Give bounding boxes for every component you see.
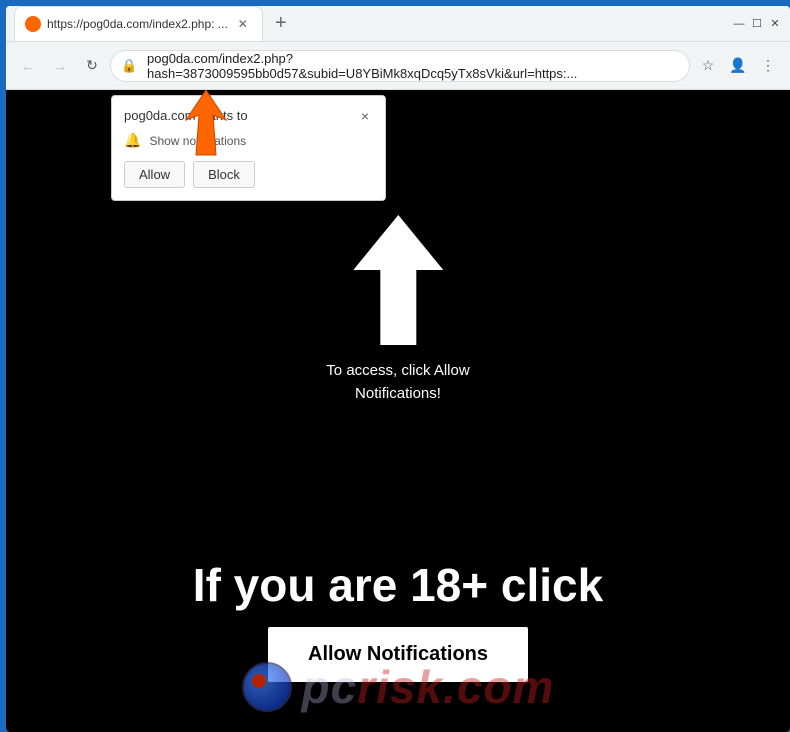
pcrisk-watermark: p c risk.com (6, 642, 790, 732)
url-bar[interactable]: 🔒 pog0da.com/index2.php?hash=3873009595b… (110, 50, 690, 82)
menu-icon[interactable]: ⋮ (754, 52, 782, 80)
notification-popup: pog0da.com wants to × 🔔 Show notificatio… (111, 95, 386, 201)
pcrisk-ball-icon (242, 662, 292, 712)
forward-button[interactable]: → (46, 52, 74, 80)
page-content: pog0da.com wants to × 🔔 Show notificatio… (6, 90, 790, 732)
up-arrow-icon (348, 210, 448, 350)
new-tab-button[interactable]: + (267, 10, 295, 38)
tab-strip: https://pog0da.com/index2.php: ... ✕ + (14, 6, 724, 41)
page-instruction: To access, click AllowNotifications! (326, 360, 469, 405)
lock-icon: 🔒 (121, 58, 137, 74)
tab-close-button[interactable]: ✕ (234, 15, 252, 33)
bookmark-icon[interactable]: ☆ (694, 52, 722, 80)
bell-icon: 🔔 (124, 132, 141, 149)
title-bar: https://pog0da.com/index2.php: ... ✕ + —… (6, 6, 790, 42)
address-bar: ← → ↻ 🔒 pog0da.com/index2.php?hash=38730… (6, 42, 790, 90)
orange-arrow-overlay (166, 90, 246, 170)
url-text: pog0da.com/index2.php?hash=3873009595bb0… (143, 51, 677, 81)
back-button[interactable]: ← (14, 52, 42, 80)
minimize-button[interactable]: — (732, 17, 746, 31)
pcrisk-logo: p c risk.com (242, 660, 555, 714)
window-controls: — ☐ ✕ (732, 17, 782, 31)
tab-title: https://pog0da.com/index2.php: ... (47, 17, 228, 31)
active-tab[interactable]: https://pog0da.com/index2.php: ... ✕ (14, 6, 263, 41)
close-button[interactable]: ✕ (768, 17, 782, 31)
popup-close-button[interactable]: × (357, 108, 373, 124)
popup-row: 🔔 Show notifications (124, 132, 373, 149)
maximize-button[interactable]: ☐ (750, 17, 764, 31)
pcrisk-p-letter: p (302, 660, 331, 714)
browser-window: https://pog0da.com/index2.php: ... ✕ + —… (6, 6, 790, 732)
big-text: If you are 18+ click (6, 558, 790, 612)
pcrisk-c-letter: c (331, 660, 358, 714)
popup-header: pog0da.com wants to × (124, 108, 373, 124)
address-actions: ☆ 👤 ⋮ (694, 52, 782, 80)
pcrisk-text: risk.com (357, 660, 554, 714)
tab-favicon (25, 16, 41, 32)
refresh-button[interactable]: ↻ (78, 52, 106, 80)
account-icon[interactable]: 👤 (724, 52, 752, 80)
arrow-container: To access, click AllowNotifications! (326, 210, 469, 405)
popup-buttons: Allow Block (124, 161, 373, 188)
